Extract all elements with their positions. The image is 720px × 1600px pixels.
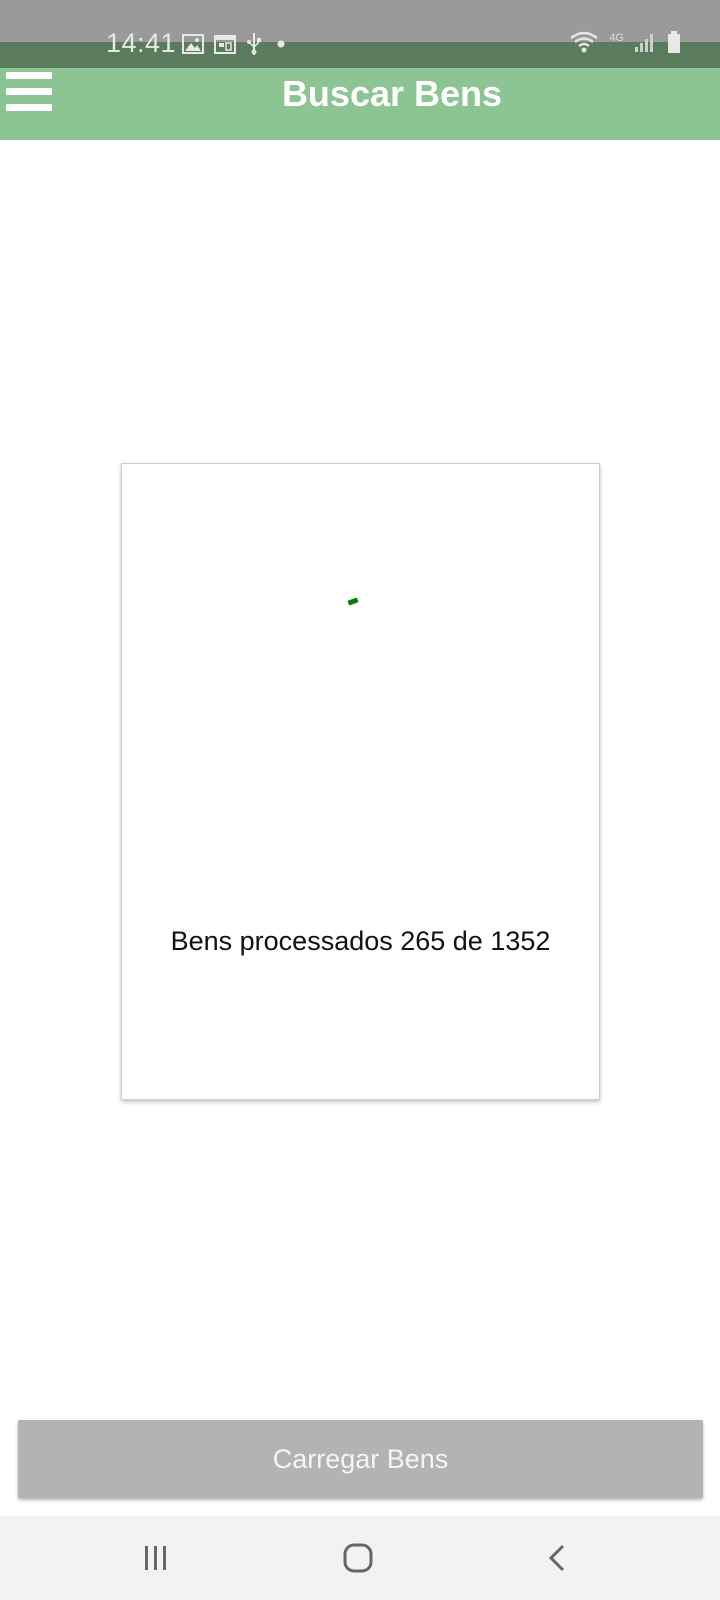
calendar-icon	[214, 34, 236, 59]
progress-dialog: Bens processados 265 de 1352	[121, 463, 600, 1100]
app-toolbar: Buscar Bens	[0, 68, 720, 140]
notification-icons	[182, 32, 290, 61]
wifi-icon	[569, 30, 599, 59]
signal-icon	[634, 31, 656, 58]
status-time: 14:41	[106, 28, 177, 58]
image-icon	[182, 34, 204, 59]
loading-spinner-icon	[347, 597, 359, 606]
home-icon[interactable]	[298, 1516, 418, 1600]
usb-icon	[246, 32, 262, 61]
system-icons: 4G	[569, 30, 682, 59]
dot-icon	[272, 34, 290, 59]
battery-icon	[666, 30, 682, 59]
network-type-label: 4G	[609, 31, 624, 44]
load-items-button[interactable]: Carregar Bens	[18, 1420, 703, 1498]
page-title: Buscar Bens	[281, 73, 503, 114]
back-icon[interactable]	[498, 1516, 618, 1600]
system-navigation-bar	[0, 1516, 720, 1600]
recent-apps-icon[interactable]	[96, 1516, 216, 1600]
app-screen: 14:41 4G Buscar Bens Bens processados 26…	[0, 0, 720, 1600]
progress-message: Bens processados 265 de 1352	[170, 926, 551, 956]
